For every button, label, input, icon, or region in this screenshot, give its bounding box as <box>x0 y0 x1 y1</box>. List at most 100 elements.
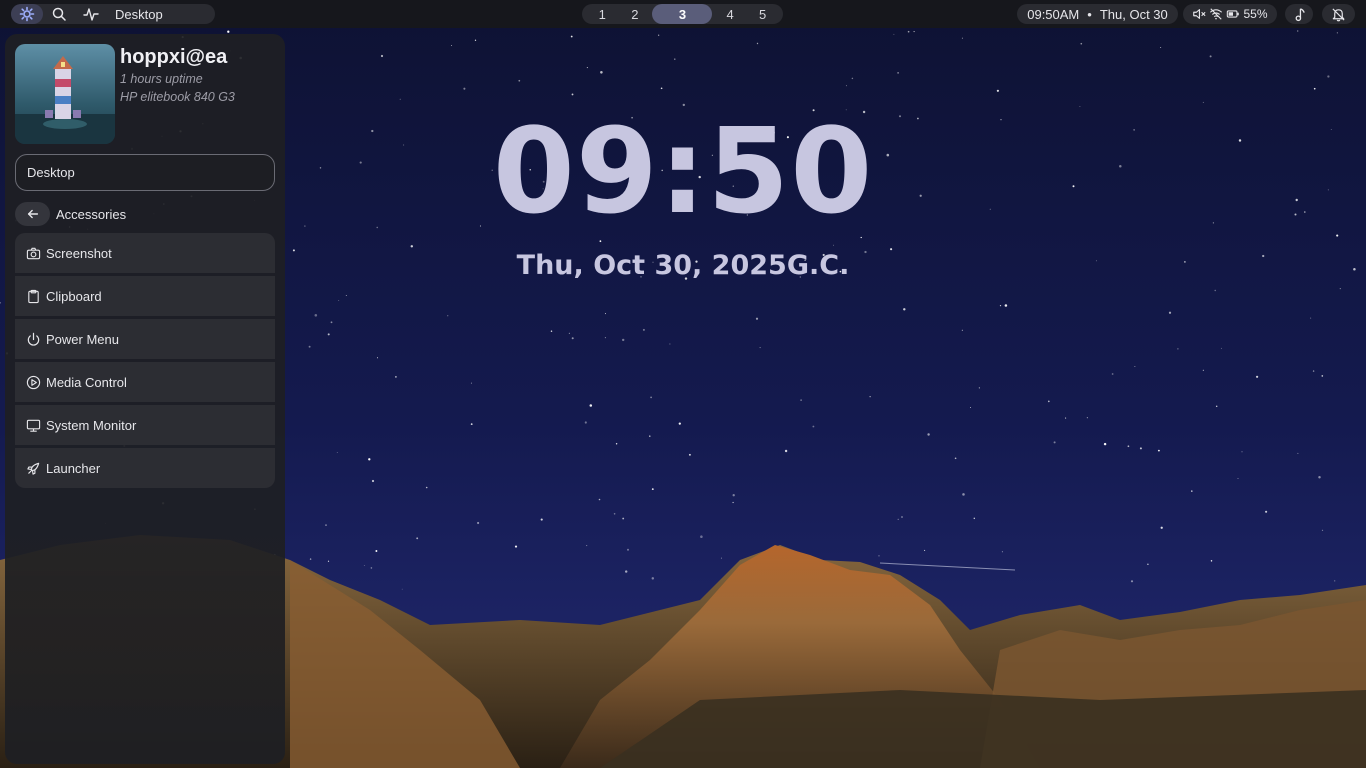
lighthouse-image <box>15 56 115 144</box>
star <box>1177 348 1179 350</box>
star <box>732 501 734 504</box>
star <box>1237 477 1239 479</box>
star <box>1000 119 1002 121</box>
workspace-2[interactable]: 2 <box>620 4 650 24</box>
star <box>669 343 671 345</box>
star <box>1139 447 1142 450</box>
system-status[interactable]: 55% <box>1183 4 1277 24</box>
star <box>308 345 311 348</box>
star <box>371 479 375 483</box>
star <box>1133 129 1135 131</box>
clock-separator: • <box>1087 6 1092 22</box>
star <box>1095 260 1097 262</box>
activity-icon <box>83 8 99 21</box>
arrow-left-icon <box>27 209 38 219</box>
star <box>376 357 379 359</box>
star <box>604 313 606 315</box>
star <box>1318 476 1321 479</box>
star <box>584 421 587 424</box>
star <box>961 329 963 331</box>
star <box>1297 30 1299 32</box>
clock-time: 09:50AM <box>1027 6 1080 22</box>
menu-item-system-monitor[interactable]: System Monitor <box>15 405 275 445</box>
launcher-search-input[interactable]: Desktop <box>15 154 275 191</box>
star <box>604 337 606 339</box>
star <box>700 535 703 538</box>
star <box>869 396 871 398</box>
star <box>1327 75 1330 78</box>
star <box>570 35 573 38</box>
star <box>927 433 930 436</box>
star <box>1004 304 1008 307</box>
bell-off-icon <box>1332 7 1345 21</box>
search-button[interactable] <box>43 4 75 24</box>
star <box>898 115 902 118</box>
activity-button[interactable] <box>75 4 107 24</box>
star <box>395 376 397 378</box>
star <box>1147 563 1149 565</box>
star <box>399 98 401 100</box>
star <box>309 558 312 560</box>
star <box>674 58 676 60</box>
star <box>907 30 910 33</box>
star <box>1295 198 1298 202</box>
star <box>999 304 1002 307</box>
clock-widget[interactable]: 09:50AM • Thu, Oct 30 <box>1017 4 1178 24</box>
star <box>368 458 371 461</box>
star <box>1334 580 1336 582</box>
star <box>625 570 628 573</box>
volume-muted-icon <box>1193 9 1207 19</box>
back-button[interactable] <box>15 202 50 226</box>
star <box>336 452 338 453</box>
wifi-off-icon <box>1210 8 1223 20</box>
star <box>893 33 895 35</box>
star <box>651 488 654 491</box>
menu-item-launcher[interactable]: Launcher <box>15 448 275 488</box>
star <box>1065 417 1067 419</box>
app-launcher-panel: hoppxi@ea 1 hours uptime HP elitebook 84… <box>5 34 285 764</box>
star <box>759 347 761 349</box>
star <box>314 314 318 317</box>
menu-item-power-menu[interactable]: Power Menu <box>15 319 275 359</box>
battery-icon <box>1227 10 1240 18</box>
desktop-clock: 09:50 <box>492 102 874 240</box>
star <box>327 333 330 336</box>
workspace-1[interactable]: 1 <box>587 4 617 24</box>
menu-item-media-control[interactable]: Media Control <box>15 362 275 402</box>
menu-item-screenshot[interactable]: Screenshot <box>15 233 275 273</box>
star <box>903 308 906 311</box>
star <box>345 295 347 296</box>
star <box>1080 42 1083 45</box>
star <box>1079 105 1081 108</box>
menu-item-label: Power Menu <box>46 331 119 347</box>
workspace-3-active[interactable]: 3 <box>652 4 713 24</box>
star <box>1294 213 1297 216</box>
star <box>1330 128 1332 131</box>
app-launcher-button[interactable] <box>11 4 43 24</box>
star <box>897 72 899 74</box>
star <box>688 453 691 456</box>
star <box>571 93 574 96</box>
workspace-5[interactable]: 5 <box>748 4 778 24</box>
star <box>1265 510 1268 513</box>
star <box>1336 234 1339 237</box>
clipboard-icon <box>28 289 39 303</box>
star <box>1336 32 1338 34</box>
uptime-text: 1 hours uptime <box>120 72 203 86</box>
menu-item-clipboard[interactable]: Clipboard <box>15 276 275 316</box>
star <box>586 67 588 69</box>
star <box>477 521 480 525</box>
star <box>330 321 333 324</box>
star <box>586 545 588 547</box>
username: hoppxi@ea <box>120 46 228 68</box>
star <box>1262 254 1265 258</box>
star <box>1339 288 1341 290</box>
star <box>518 79 521 82</box>
star <box>371 129 374 133</box>
star <box>954 457 957 460</box>
workspace-4[interactable]: 4 <box>715 4 745 24</box>
star <box>615 443 618 445</box>
music-button[interactable] <box>1285 4 1313 24</box>
star <box>380 54 384 58</box>
notifications-button[interactable] <box>1322 4 1355 24</box>
